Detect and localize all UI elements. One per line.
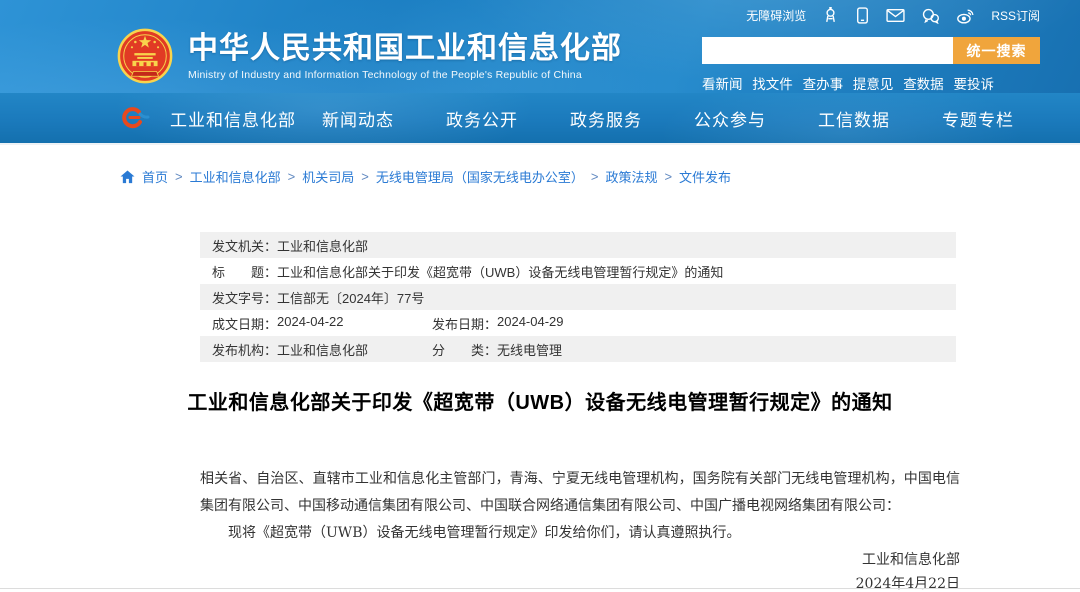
document-title: 工业和信息化部关于印发《超宽带（UWB）设备无线电管理暂行规定》的通知 xyxy=(0,390,1080,416)
quick-link-news[interactable]: 看新闻 xyxy=(702,73,743,93)
breadcrumb-separator: > xyxy=(591,169,599,184)
nav-item-participation[interactable]: 公众参与 xyxy=(668,106,792,131)
breadcrumb-radio-bureau[interactable]: 无线电管理局（国家无线电办公室） xyxy=(376,167,584,186)
site-brand[interactable]: 中华人民共和国工业和信息化部 Ministry of Industry and … xyxy=(116,27,622,85)
meta-cell: 成文日期： 2024-04-22 xyxy=(212,314,432,333)
site-subtitle: Ministry of Industry and Information Tec… xyxy=(188,69,622,81)
quick-link-files[interactable]: 找文件 xyxy=(752,73,793,93)
meta-cell: 发文机关： 工业和信息化部 xyxy=(212,236,368,255)
nav-item-gov-service[interactable]: 政务服务 xyxy=(544,106,668,131)
bottom-divider xyxy=(0,588,1080,589)
nav-item-miit[interactable]: 工业和信息化部 xyxy=(170,106,296,131)
weibo-icon[interactable] xyxy=(956,8,975,24)
meta-value: 无线电管理 xyxy=(497,340,562,359)
page-content: 首页 > 工业和信息化部 > 机关司局 > 无线电管理局（国家无线电办公室） >… xyxy=(0,143,1080,592)
meta-cell: 分 类： 无线电管理 xyxy=(432,340,562,359)
quick-link-suggest[interactable]: 提意见 xyxy=(853,73,894,93)
breadcrumb-separator: > xyxy=(288,169,296,184)
breadcrumb: 首页 > 工业和信息化部 > 机关司局 > 无线电管理局（国家无线电办公室） >… xyxy=(120,167,1080,186)
breadcrumb-departments[interactable]: 机关司局 xyxy=(302,167,354,186)
breadcrumb-separator: > xyxy=(361,169,369,184)
meta-value: 2024-04-22 xyxy=(277,314,344,333)
site-banner: 无障碍浏览 xyxy=(0,0,1080,143)
breadcrumb-home[interactable]: 首页 xyxy=(142,167,168,186)
mail-icon[interactable] xyxy=(886,8,905,23)
meta-label: 发文字号： xyxy=(212,288,277,307)
meta-cell: 发布日期： 2024-04-29 xyxy=(432,314,564,333)
breadcrumb-publications[interactable]: 文件发布 xyxy=(679,167,731,186)
mascot-icon[interactable] xyxy=(822,7,839,24)
quick-link-services[interactable]: 查办事 xyxy=(803,73,844,93)
meta-label: 发布日期： xyxy=(432,314,497,333)
nav-items: 工业和信息化部 新闻动态 政务公开 政务服务 公众参与 工信数据 专题专栏 xyxy=(170,106,1040,131)
quick-link-data[interactable]: 查数据 xyxy=(903,73,944,93)
wechat-icon[interactable] xyxy=(921,8,940,24)
nav-item-topics[interactable]: 专题专栏 xyxy=(916,106,1040,131)
meta-row-title: 标 题： 工业和信息化部关于印发《超宽带（UWB）设备无线电管理暂行规定》的通知 xyxy=(200,258,956,284)
home-icon[interactable] xyxy=(120,170,135,184)
utility-bar: 无障碍浏览 xyxy=(746,7,1040,24)
breadcrumb-policy[interactable]: 政策法规 xyxy=(605,167,657,186)
meta-value: 工业和信息化部关于印发《超宽带（UWB）设备无线电管理暂行规定》的通知 xyxy=(277,262,723,281)
meta-label: 发布机构： xyxy=(212,340,277,359)
document-paragraph: 现将《超宽带（UWB）设备无线电管理暂行规定》印发给你们，请认真遵照执行。 xyxy=(200,520,960,546)
document-paragraph: 相关省、自治区、直辖市工业和信息化主管部门，青海、宁夏无线电管理机构，国务院有关… xyxy=(200,466,960,520)
breadcrumb-separator: > xyxy=(175,169,183,184)
mobile-icon[interactable] xyxy=(855,7,870,24)
breadcrumb-miit[interactable]: 工业和信息化部 xyxy=(190,167,281,186)
nav-item-gov-open[interactable]: 政务公开 xyxy=(420,106,544,131)
meta-row-publisher-category: 发布机构： 工业和信息化部 分 类： 无线电管理 xyxy=(200,336,956,362)
meta-value: 工信部无〔2024年〕77号 xyxy=(277,288,424,307)
meta-value: 2024-04-29 xyxy=(497,314,564,333)
meta-value: 工业和信息化部 xyxy=(277,340,368,359)
search-input[interactable] xyxy=(702,37,953,64)
document-body: 相关省、自治区、直辖市工业和信息化主管部门，青海、宁夏无线电管理机构，国务院有关… xyxy=(200,466,960,592)
meta-label: 标 题： xyxy=(212,262,277,281)
quick-link-complaint[interactable]: 要投诉 xyxy=(953,73,994,93)
meta-cell: 发文字号： 工信部无〔2024年〕77号 xyxy=(212,288,424,307)
document-meta-table: 发文机关： 工业和信息化部 标 题： 工业和信息化部关于印发《超宽带（UWB）设… xyxy=(200,232,956,362)
meta-row-doc-number: 发文字号： 工信部无〔2024年〕77号 xyxy=(200,284,956,310)
rss-link[interactable]: RSS订阅 xyxy=(991,7,1040,24)
meta-label: 分 类： xyxy=(432,340,497,359)
breadcrumb-separator: > xyxy=(664,169,672,184)
meta-value: 工业和信息化部 xyxy=(277,236,368,255)
nav-item-news[interactable]: 新闻动态 xyxy=(296,106,420,131)
nav-item-data[interactable]: 工信数据 xyxy=(792,106,916,131)
meta-cell: 发布机构： 工业和信息化部 xyxy=(212,340,432,359)
meta-row-issuing-authority: 发文机关： 工业和信息化部 xyxy=(200,232,956,258)
miit-logo-icon[interactable] xyxy=(118,104,150,132)
accessibility-link[interactable]: 无障碍浏览 xyxy=(746,7,806,24)
search-area: 统一搜索 看新闻 找文件 查办事 提意见 查数据 要投诉 xyxy=(702,37,1040,93)
meta-row-dates: 成文日期： 2024-04-22 发布日期： 2024-04-29 xyxy=(200,310,956,336)
document-signature: 工业和信息化部 xyxy=(200,550,960,570)
search-button[interactable]: 统一搜索 xyxy=(953,37,1040,64)
main-nav: 工业和信息化部 新闻动态 政务公开 政务服务 公众参与 工信数据 专题专栏 xyxy=(0,93,1080,143)
search-quick-links: 看新闻 找文件 查办事 提意见 查数据 要投诉 xyxy=(702,73,994,93)
brand-text: 中华人民共和国工业和信息化部 Ministry of Industry and … xyxy=(188,32,622,81)
site-title: 中华人民共和国工业和信息化部 xyxy=(188,32,622,66)
national-emblem-icon xyxy=(116,27,174,85)
meta-label: 发文机关： xyxy=(212,236,277,255)
document-date: 2024年4月22日 xyxy=(200,574,960,592)
meta-label: 成文日期： xyxy=(212,314,277,333)
meta-cell: 标 题： 工业和信息化部关于印发《超宽带（UWB）设备无线电管理暂行规定》的通知 xyxy=(212,262,723,281)
